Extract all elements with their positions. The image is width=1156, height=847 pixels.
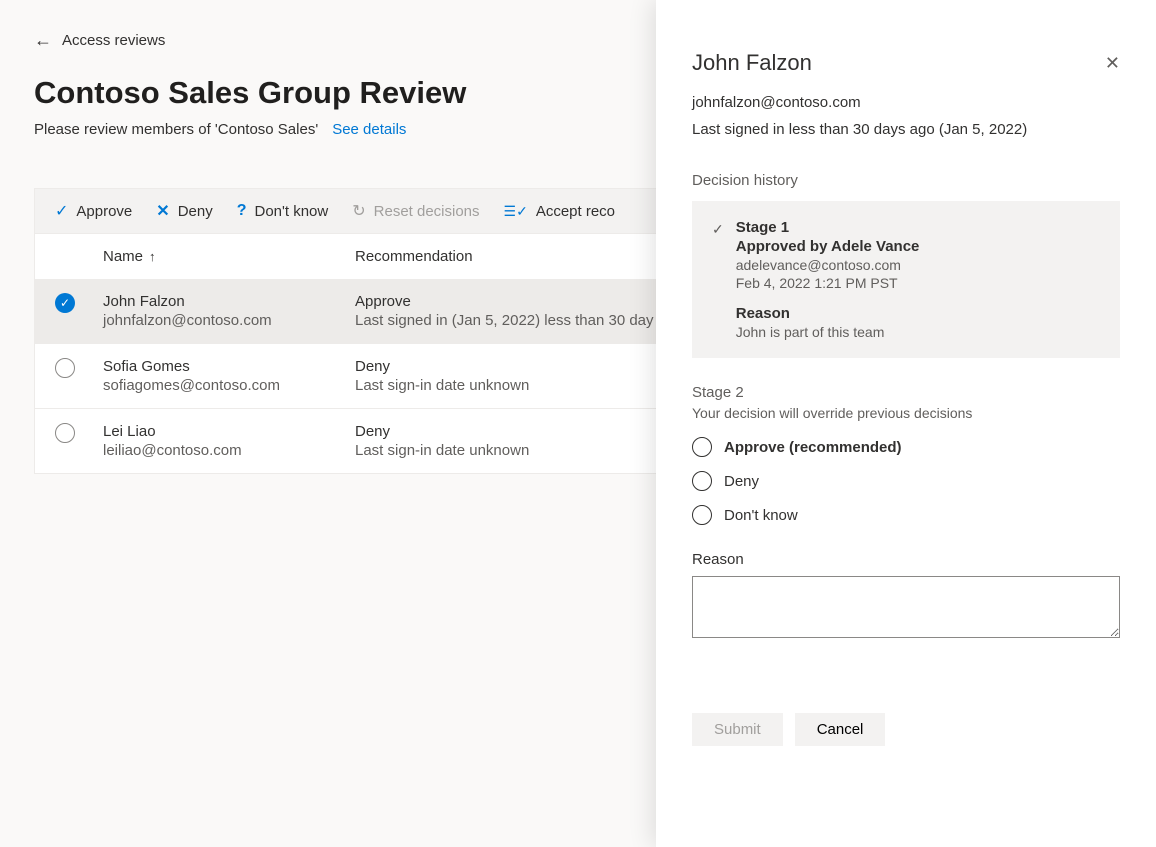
deny-button[interactable]: ✕ Deny xyxy=(156,201,212,221)
row-checkbox[interactable] xyxy=(55,358,103,378)
checked-icon: ✓ xyxy=(55,293,75,313)
stage2-title: Stage 2 xyxy=(692,384,1120,401)
approve-button[interactable]: ✓ Approve xyxy=(55,201,132,221)
unchecked-icon xyxy=(55,358,75,378)
reason-label: Reason xyxy=(692,551,1120,568)
cancel-button[interactable]: Cancel xyxy=(795,713,886,746)
stage2-subtitle: Your decision will override previous dec… xyxy=(692,405,1120,421)
check-icon: ✓ xyxy=(55,201,68,221)
reset-label: Reset decisions xyxy=(374,203,480,220)
stage1-title: Stage 1 xyxy=(736,219,1100,236)
radio-deny-label: Deny xyxy=(724,473,759,490)
reset-decisions-button[interactable]: ↻ Reset decisions xyxy=(352,201,479,221)
row-name-cell: Lei Liao leiliao@contoso.com xyxy=(103,423,355,459)
breadcrumb-label[interactable]: Access reviews xyxy=(62,32,165,49)
user-email: leiliao@contoso.com xyxy=(103,442,355,459)
panel-title: John Falzon xyxy=(692,50,812,76)
see-details-link[interactable]: See details xyxy=(332,121,406,138)
column-name-header[interactable]: Name ↑ xyxy=(103,248,355,265)
panel-user-email: johnfalzon@contoso.com xyxy=(692,94,1120,111)
close-icon[interactable]: ✕ xyxy=(1105,54,1120,72)
list-check-icon: ☰✓ xyxy=(504,203,528,220)
stage1-body: Stage 1 Approved by Adele Vance adelevan… xyxy=(736,219,1100,340)
subtitle-text: Please review members of 'Contoso Sales' xyxy=(34,121,318,138)
accept-recommendations-button[interactable]: ☰✓ Accept reco xyxy=(504,203,616,220)
stage1-approver-email: adelevance@contoso.com xyxy=(736,257,1100,273)
panel-buttons: Submit Cancel xyxy=(692,713,1120,746)
reset-icon: ↻ xyxy=(352,201,365,221)
row-checkbox[interactable] xyxy=(55,423,103,443)
user-email: sofiagomes@contoso.com xyxy=(103,377,355,394)
radio-deny[interactable]: Deny xyxy=(692,471,1120,491)
question-icon: ? xyxy=(237,202,247,220)
column-name-label: Name xyxy=(103,248,143,265)
accept-label: Accept reco xyxy=(536,203,615,220)
stage1-timestamp: Feb 4, 2022 1:21 PM PST xyxy=(736,275,1100,291)
deny-label: Deny xyxy=(178,203,213,220)
row-name-cell: Sofia Gomes sofiagomes@contoso.com xyxy=(103,358,355,394)
decision-history-label: Decision history xyxy=(692,172,1120,189)
radio-approve[interactable]: Approve (recommended) xyxy=(692,437,1120,457)
panel-header: John Falzon ✕ xyxy=(692,50,1120,76)
decision-history-block: ✓ Stage 1 Approved by Adele Vance adelev… xyxy=(692,201,1120,358)
radio-dont-know-label: Don't know xyxy=(724,507,798,524)
submit-button[interactable]: Submit xyxy=(692,713,783,746)
reason-textarea[interactable] xyxy=(692,576,1120,638)
user-name: Lei Liao xyxy=(103,423,355,440)
radio-approve-label: Approve (recommended) xyxy=(724,439,902,456)
back-arrow-icon[interactable]: ← xyxy=(34,30,52,51)
row-checkbox[interactable]: ✓ xyxy=(55,293,103,313)
radio-icon xyxy=(692,471,712,491)
details-panel: John Falzon ✕ johnfalzon@contoso.com Las… xyxy=(656,0,1156,847)
user-email: johnfalzon@contoso.com xyxy=(103,312,355,329)
unchecked-icon xyxy=(55,423,75,443)
radio-icon xyxy=(692,505,712,525)
user-name: John Falzon xyxy=(103,293,355,310)
radio-dont-know[interactable]: Don't know xyxy=(692,505,1120,525)
panel-last-signin: Last signed in less than 30 days ago (Ja… xyxy=(692,121,1120,138)
user-name: Sofia Gomes xyxy=(103,358,355,375)
sort-arrow-up-icon: ↑ xyxy=(149,249,156,264)
radio-icon xyxy=(692,437,712,457)
approve-label: Approve xyxy=(76,203,132,220)
dont-know-label: Don't know xyxy=(255,203,329,220)
x-icon: ✕ xyxy=(156,201,169,221)
check-icon: ✓ xyxy=(712,221,724,340)
dont-know-button[interactable]: ? Don't know xyxy=(237,202,329,220)
row-name-cell: John Falzon johnfalzon@contoso.com xyxy=(103,293,355,329)
stage1-approved-by: Approved by Adele Vance xyxy=(736,238,1100,255)
stage1-reason-label: Reason xyxy=(736,305,1100,322)
stage1-row: ✓ Stage 1 Approved by Adele Vance adelev… xyxy=(712,219,1100,340)
stage1-reason: John is part of this team xyxy=(736,324,1100,340)
